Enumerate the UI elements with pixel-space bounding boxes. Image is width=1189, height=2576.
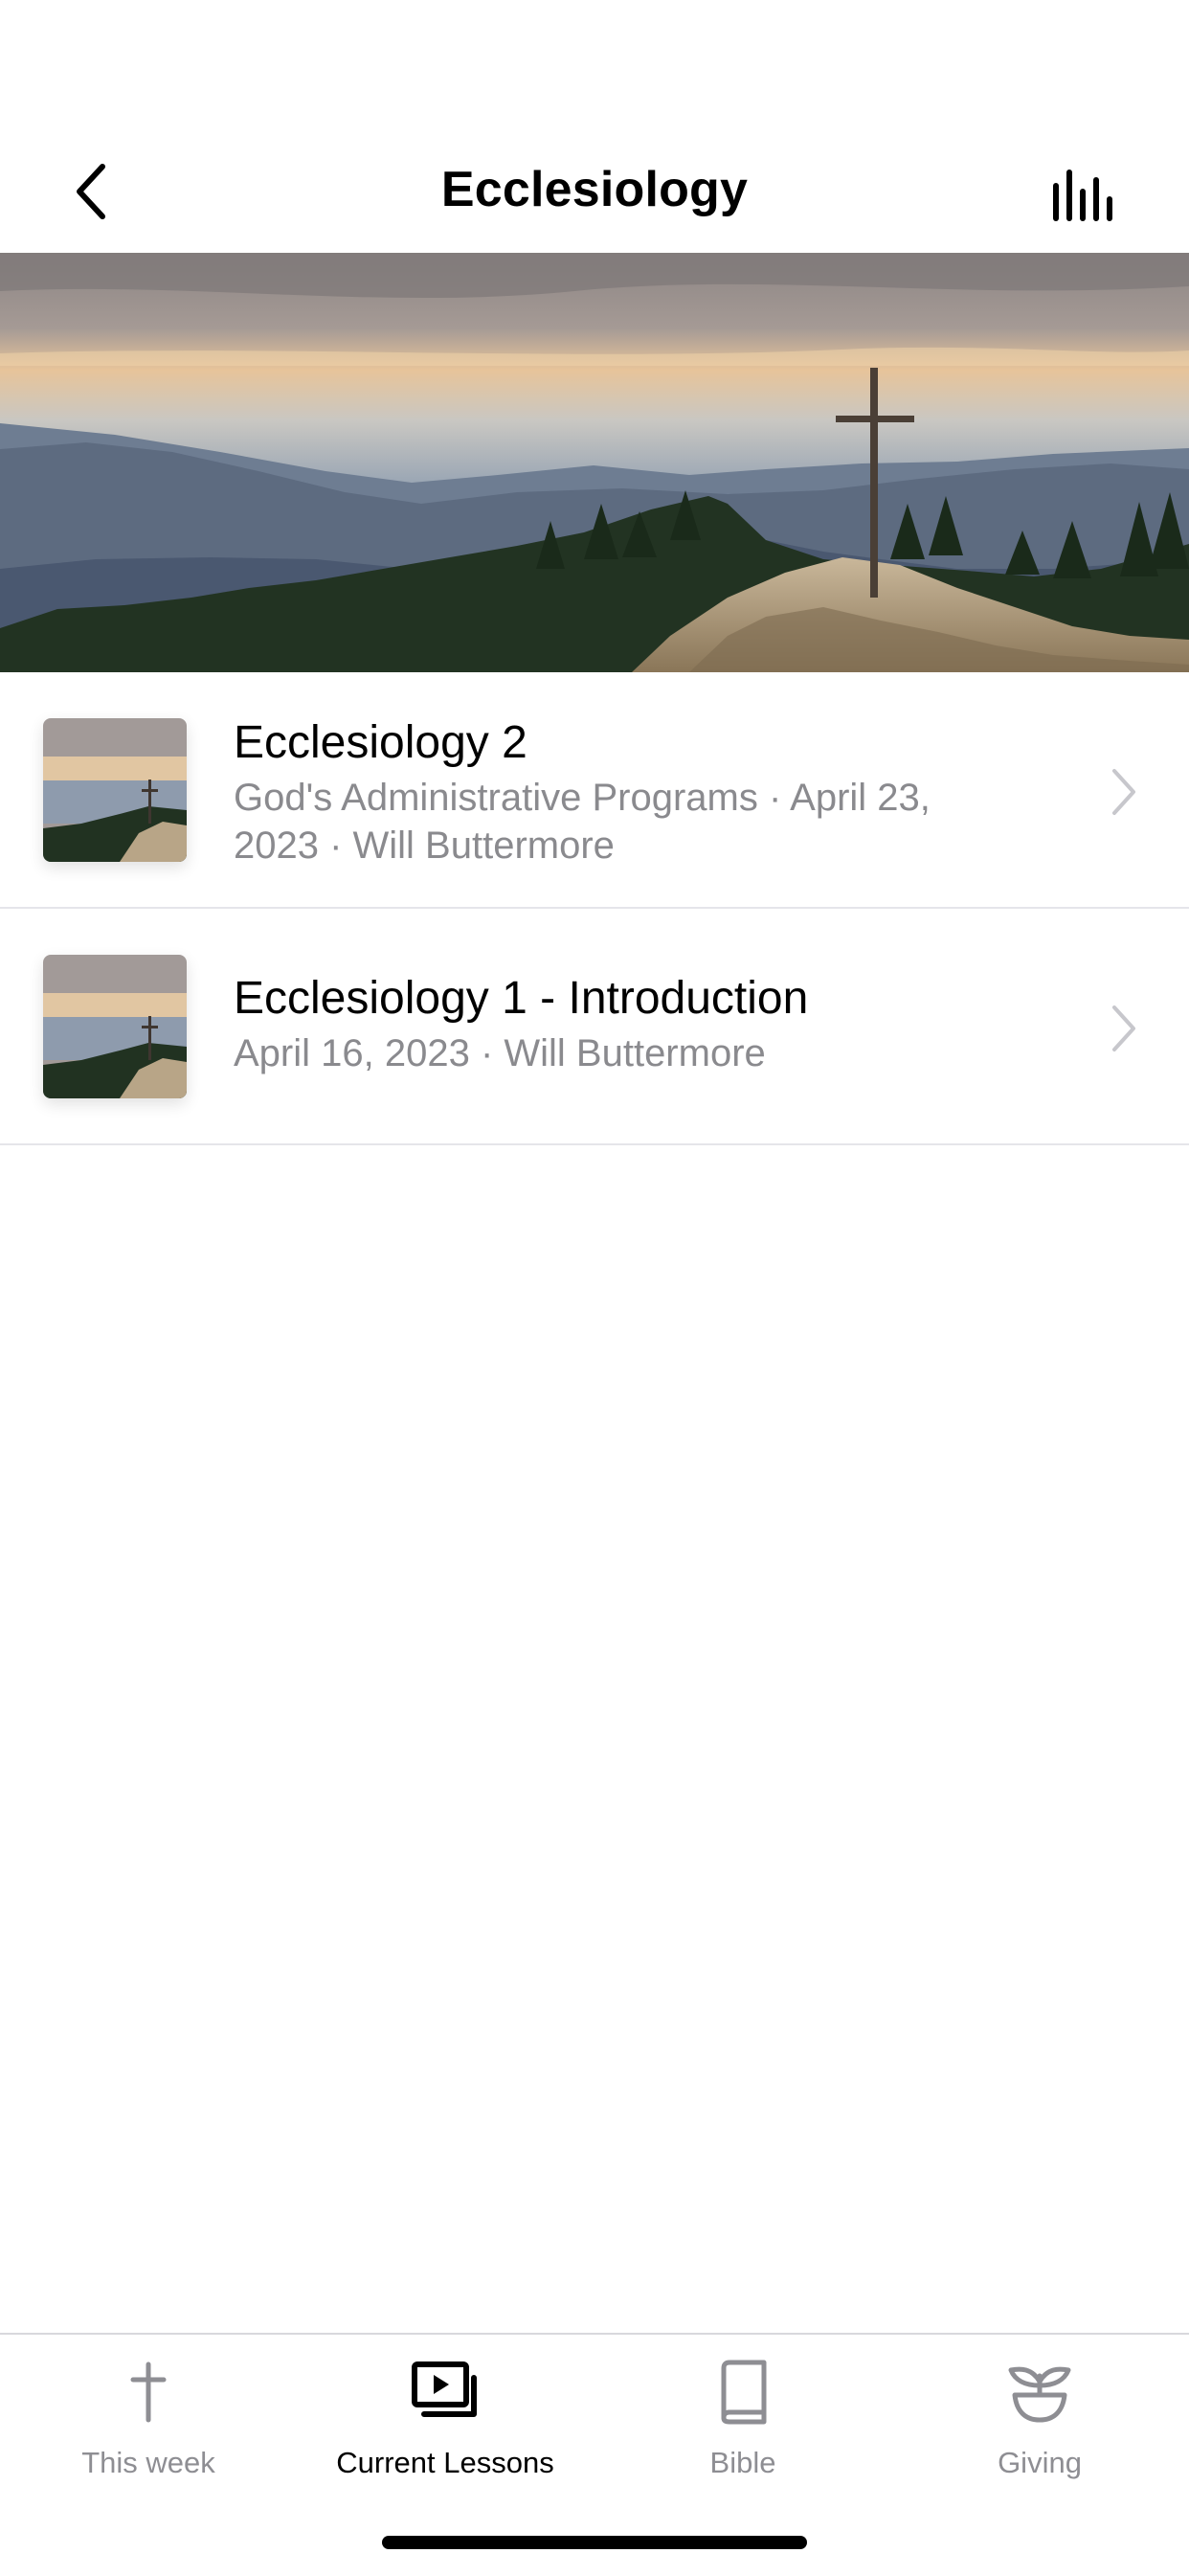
lesson-subtitle: April 16, 2023 · Will Buttermore (234, 1029, 1028, 1077)
page-title: Ecclesiology (440, 162, 749, 217)
lesson-thumbnail (43, 955, 187, 1098)
lesson-subtitle-line2: 2023 · Will Buttermore (234, 825, 615, 867)
lesson-subtitle-line1: April 16, 2023 · Will Buttermore (234, 1032, 766, 1074)
lesson-row[interactable]: Ecclesiology 1 - Introduction April 16, … (0, 909, 1189, 1145)
home-indicator (382, 2536, 807, 2549)
lesson-title: Ecclesiology 1 - Introduction (234, 973, 809, 1024)
lessons-list: Ecclesiology 2 God's Administrative Prog… (0, 672, 1189, 1145)
lesson-text: Ecclesiology 2 God's Administrative Prog… (234, 714, 1028, 870)
lesson-row[interactable]: Ecclesiology 2 God's Administrative Prog… (0, 672, 1189, 909)
bar-chart-icon (1053, 169, 1112, 221)
tab-label: Current Lessons (336, 2446, 554, 2479)
tab-giving[interactable]: Giving (891, 2354, 1188, 2497)
tab-label: This week (81, 2446, 215, 2479)
hero-image (0, 253, 1189, 672)
tab-bible[interactable]: Bible (594, 2354, 891, 2497)
tab-label: Giving (998, 2446, 1082, 2479)
lesson-thumbnail (43, 718, 187, 862)
lesson-text: Ecclesiology 1 - Introduction April 16, … (234, 970, 1028, 1077)
navigation-bar: Ecclesiology (0, 124, 1189, 253)
stats-button[interactable] (1045, 157, 1122, 234)
lesson-title: Ecclesiology 2 (234, 717, 527, 768)
chevron-right-icon (1112, 769, 1135, 815)
chevron-right-icon (1112, 1006, 1135, 1051)
status-bar (0, 0, 1189, 124)
tab-this-week[interactable]: This week (0, 2354, 297, 2497)
video-library-icon (412, 2361, 477, 2417)
lesson-subtitle-line1: God's Administrative Programs · April 23… (234, 777, 931, 819)
tab-current-lessons[interactable]: Current Lessons (297, 2354, 594, 2497)
lesson-subtitle: God's Administrative Programs · April 23… (234, 774, 1028, 870)
sprout-icon (1008, 2366, 1071, 2423)
cross-icon (130, 2361, 167, 2423)
tab-label: Bible (709, 2446, 776, 2479)
book-icon (721, 2360, 767, 2425)
